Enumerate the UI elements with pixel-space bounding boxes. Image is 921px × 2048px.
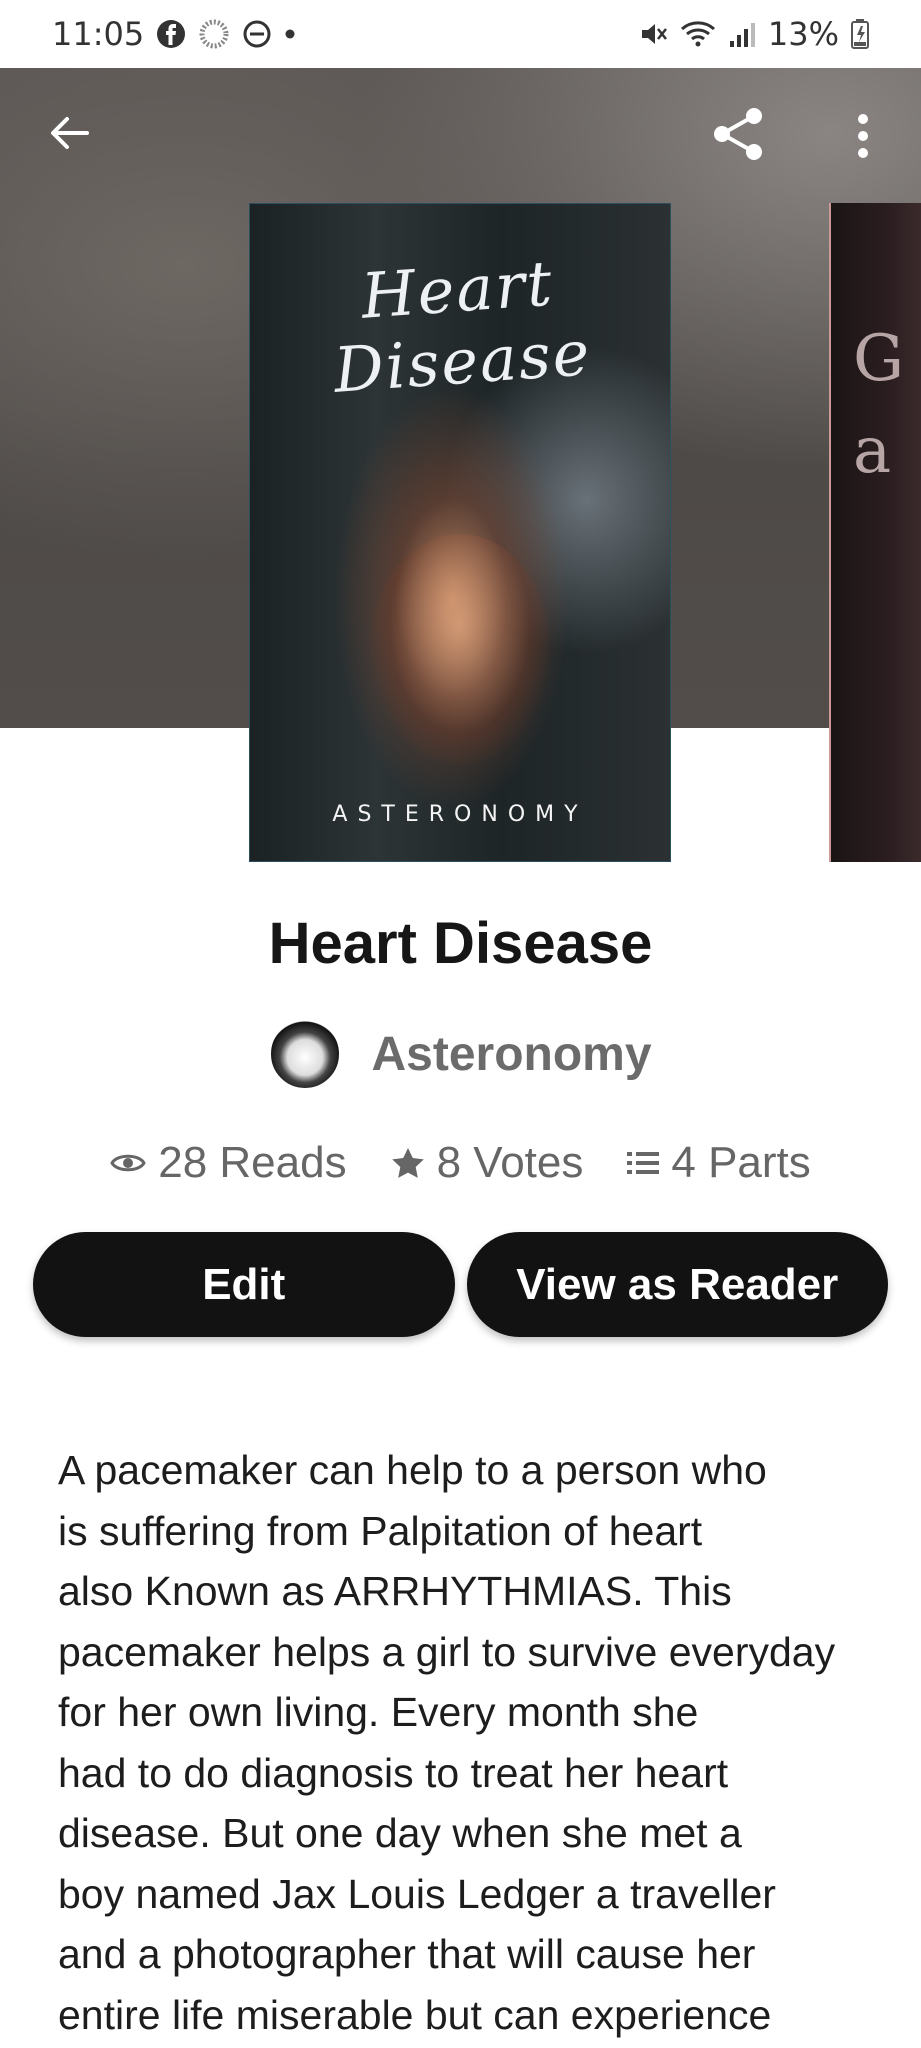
back-arrow-icon [51,117,89,149]
back-button[interactable] [44,108,94,158]
parts-stat: 4 Parts [627,1138,811,1188]
mute-icon [638,19,668,49]
battery-icon [851,18,869,50]
dnd-icon [242,19,272,49]
book-description: A pacemaker can help to a person who is … [58,1447,836,2038]
reads-count: 28 Reads [158,1138,347,1187]
cover-art [370,534,550,764]
list-icon [627,1152,660,1174]
share-icon [714,108,762,160]
author-name[interactable]: Asteronomy [371,1027,651,1082]
status-right: 13% [638,15,869,53]
peek-cover-text: G a [853,322,905,488]
signal-icon [728,19,756,49]
notification-dot-icon [284,28,296,40]
loading-icon [198,18,230,50]
view-as-reader-button[interactable]: View as Reader [466,1232,888,1337]
cover-title: Heart Disease [331,246,594,407]
reads-stat: 28 Reads [110,1138,347,1188]
wifi-icon [680,19,716,49]
stats-row: 28 Reads 8 Votes 4 Parts [0,1138,921,1188]
book-cover[interactable]: Heart Disease ASTERONOMY [249,203,671,862]
author-avatar[interactable] [269,1018,342,1090]
status-left: 11:05 [52,15,296,53]
edit-button[interactable]: Edit [33,1232,455,1337]
facebook-icon [156,19,186,49]
battery-percent: 13% [767,15,839,53]
more-options-button[interactable] [848,108,878,164]
votes-stat: 8 Votes [391,1138,584,1188]
votes-count: 8 Votes [436,1138,584,1187]
status-bar: 11:05 13% [0,0,921,68]
parts-count: 4 Parts [671,1138,811,1187]
more-vert-icon [858,114,868,158]
share-button[interactable] [706,102,770,166]
cover-author: ASTERONOMY [332,802,588,827]
eye-icon [110,1154,146,1172]
star-icon [391,1148,424,1178]
next-book-cover-peek[interactable]: G a [829,203,921,862]
book-title: Heart Disease [268,911,653,976]
action-buttons: Edit View as Reader [33,1232,888,1337]
author-row[interactable]: Asteronomy [0,1018,921,1090]
status-time: 11:05 [52,15,145,53]
